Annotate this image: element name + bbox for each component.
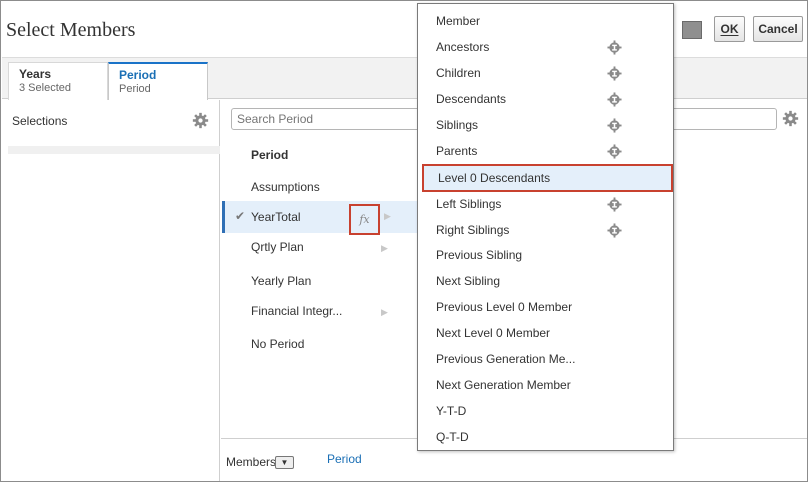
select-members-dialog: Select Members OK Cancel Years 3 Selecte…: [0, 0, 808, 482]
menu-item-label: Right Siblings: [436, 223, 510, 237]
member-function-menu: Member Ancestors Children Descendants Si…: [417, 3, 674, 451]
tree-row-label: Yearly Plan: [251, 274, 312, 288]
menu-item-previous-generation-member[interactable]: Previous Generation Me...: [419, 346, 672, 372]
menu-item-label: Member: [436, 14, 481, 28]
info-icon[interactable]: [607, 66, 622, 81]
menu-item-children[interactable]: Children: [419, 60, 672, 86]
check-icon: ✔: [235, 209, 246, 223]
info-icon[interactable]: [607, 118, 622, 133]
members-dropdown-button[interactable]: ▼: [275, 456, 294, 469]
expand-arrow-icon[interactable]: ▶: [381, 243, 388, 254]
cancel-button[interactable]: Cancel: [753, 16, 803, 42]
gear-icon[interactable]: [192, 112, 209, 129]
expand-arrow-icon[interactable]: ▶: [384, 211, 391, 222]
info-icon[interactable]: [607, 92, 622, 107]
tab-years-title: Years: [19, 67, 52, 81]
tree-row-label: YearTotal: [251, 210, 301, 224]
info-icon[interactable]: [607, 197, 622, 212]
menu-item-label: Next Generation Member: [436, 378, 571, 392]
menu-item-next-level-0-member[interactable]: Next Level 0 Member: [419, 320, 672, 346]
tree-row-assumptions[interactable]: Assumptions: [222, 172, 417, 202]
tab-years[interactable]: Years 3 Selected: [8, 62, 108, 100]
tree-row-yeartotal[interactable]: ✔ YearTotal fx ▶: [222, 201, 417, 235]
tree-row-label: Financial Integr...: [251, 304, 343, 318]
members-label: Members: [226, 455, 277, 469]
menu-item-label: Left Siblings: [436, 197, 502, 211]
tab-years-subtitle: 3 Selected: [19, 82, 71, 94]
menu-item-next-sibling[interactable]: Next Sibling: [419, 268, 672, 294]
dimension-tabstrip: Years 3 Selected Period Period: [2, 57, 807, 100]
dialog-title: Select Members: [6, 19, 136, 41]
tab-period-subtitle: Period: [119, 83, 151, 95]
menu-item-level-0-descendants[interactable]: Level 0 Descendants: [422, 164, 673, 192]
menu-item-label: Level 0 Descendants: [438, 171, 551, 185]
menu-item-right-siblings[interactable]: Right Siblings: [419, 217, 672, 243]
selections-list: [8, 146, 220, 154]
menu-item-left-siblings[interactable]: Left Siblings: [419, 191, 672, 217]
menu-item-label: Next Sibling: [436, 274, 501, 288]
menu-item-label: Ancestors: [436, 40, 490, 54]
tree-row-financial-integr[interactable]: Financial Integr... ▶: [222, 296, 417, 326]
menu-item-label: Next Level 0 Member: [436, 326, 551, 340]
color-swatch[interactable]: [682, 21, 702, 39]
menu-item-label: Parents: [436, 144, 478, 158]
menu-item-label: Previous Level 0 Member: [436, 300, 573, 314]
menu-item-label: Previous Sibling: [436, 248, 523, 262]
menu-item-parents[interactable]: Parents: [419, 138, 672, 164]
tree-row-label: Qrtly Plan: [251, 240, 304, 254]
info-icon[interactable]: [607, 144, 622, 159]
tree-header: Period: [222, 140, 417, 170]
tree-row-no-period[interactable]: No Period: [222, 329, 417, 359]
period-breadcrumb-link[interactable]: Period: [327, 452, 362, 466]
menu-item-next-generation-member[interactable]: Next Generation Member: [419, 372, 672, 398]
tab-period[interactable]: Period Period: [108, 62, 208, 100]
menu-item-q-t-d[interactable]: Q-T-D: [419, 424, 672, 450]
menu-item-siblings[interactable]: Siblings: [419, 112, 672, 138]
menu-item-y-t-d[interactable]: Y-T-D: [419, 398, 672, 424]
menu-item-label: Siblings: [436, 118, 479, 132]
menu-item-previous-sibling[interactable]: Previous Sibling: [419, 242, 672, 268]
ok-button[interactable]: OK: [714, 16, 745, 42]
tree-header-label: Period: [251, 148, 289, 162]
tab-period-title: Period: [119, 68, 157, 82]
ok-button-label: OK: [720, 22, 739, 36]
tree-row-qrtly-plan[interactable]: Qrtly Plan ▶: [222, 232, 417, 262]
menu-item-label: Children: [436, 66, 481, 80]
info-icon[interactable]: [607, 223, 622, 238]
menu-item-previous-level-0-member[interactable]: Previous Level 0 Member: [419, 294, 672, 320]
function-fx-icon[interactable]: fx: [349, 204, 380, 235]
tree-row-label: Assumptions: [251, 180, 320, 194]
tree-row-label: No Period: [251, 337, 305, 351]
menu-item-descendants[interactable]: Descendants: [419, 86, 672, 112]
menu-item-label: Descendants: [436, 92, 507, 106]
menu-item-label: Y-T-D: [436, 404, 467, 418]
menu-item-label: Previous Generation Me...: [436, 352, 576, 366]
selections-label: Selections: [12, 114, 68, 128]
tree-row-yearly-plan[interactable]: Yearly Plan: [222, 266, 417, 296]
menu-item-member[interactable]: Member: [419, 8, 672, 34]
expand-arrow-icon[interactable]: ▶: [381, 307, 388, 318]
gear-icon[interactable]: [782, 110, 799, 127]
menu-item-ancestors[interactable]: Ancestors: [419, 34, 672, 60]
info-icon[interactable]: [607, 40, 622, 55]
cancel-button-label: Cancel: [758, 22, 798, 36]
selections-pane: Selections: [2, 100, 220, 481]
menu-item-label: Q-T-D: [436, 430, 469, 444]
